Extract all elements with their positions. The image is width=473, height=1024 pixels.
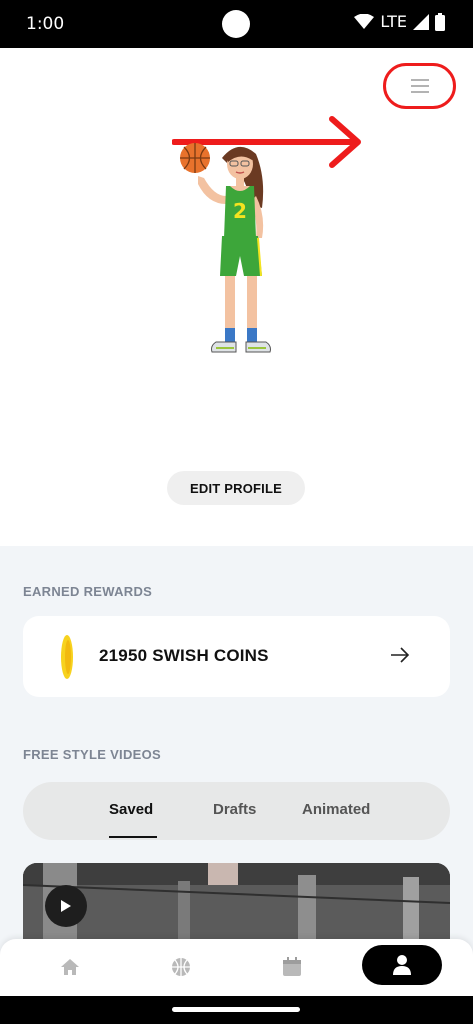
nav-profile[interactable]: [362, 945, 442, 985]
home-gesture-pill[interactable]: [172, 1007, 300, 1012]
status-time: 1:00: [26, 14, 65, 34]
player-avatar-illustration: 2: [180, 143, 271, 353]
home-icon: [61, 959, 79, 975]
nav-calendar[interactable]: [278, 953, 306, 981]
play-icon: [61, 900, 71, 912]
arrow-right-icon[interactable]: [390, 646, 410, 664]
tab-saved[interactable]: Saved: [109, 801, 153, 818]
menu-button[interactable]: [383, 63, 456, 109]
battery-icon: [435, 12, 445, 31]
hamburger-menu-icon: [410, 79, 429, 93]
earned-rewards-label: EARNED REWARDS: [23, 584, 153, 599]
active-tab-indicator: [109, 836, 157, 838]
rewards-card[interactable]: 21950 SWISH COINS: [23, 616, 450, 697]
profile-icon: [393, 955, 411, 975]
video-tabs: Saved Drafts Animated: [23, 782, 450, 840]
signal-icon: [413, 13, 429, 30]
nav-home[interactable]: [56, 953, 84, 981]
wifi-icon: [354, 13, 375, 29]
coin-icon: [61, 635, 73, 679]
tab-animated[interactable]: Animated: [302, 801, 370, 818]
network-type: LTE: [380, 12, 407, 31]
bottom-navigation: [0, 939, 473, 996]
edit-profile-button[interactable]: EDIT PROFILE: [167, 471, 305, 505]
free-style-videos-label: FREE STYLE VIDEOS: [23, 747, 162, 762]
status-icons: LTE: [354, 12, 445, 31]
profile-screen: 1:00 LTE 2 EDIT PROFILE EARNED REWARDS 2…: [0, 0, 473, 1024]
svg-text:2: 2: [233, 199, 247, 223]
nav-practice[interactable]: [167, 953, 195, 981]
tab-drafts[interactable]: Drafts: [213, 801, 256, 818]
calendar-icon: [283, 957, 301, 976]
profile-header: 2 EDIT PROFILE: [0, 48, 473, 546]
play-button[interactable]: [45, 885, 87, 927]
status-bar: 1:00 LTE: [0, 0, 473, 48]
camera-cutout: [222, 10, 250, 38]
coins-balance: 21950 SWISH COINS: [99, 646, 269, 665]
basketball-icon: [172, 958, 190, 976]
system-gesture-bar: [0, 996, 473, 1024]
